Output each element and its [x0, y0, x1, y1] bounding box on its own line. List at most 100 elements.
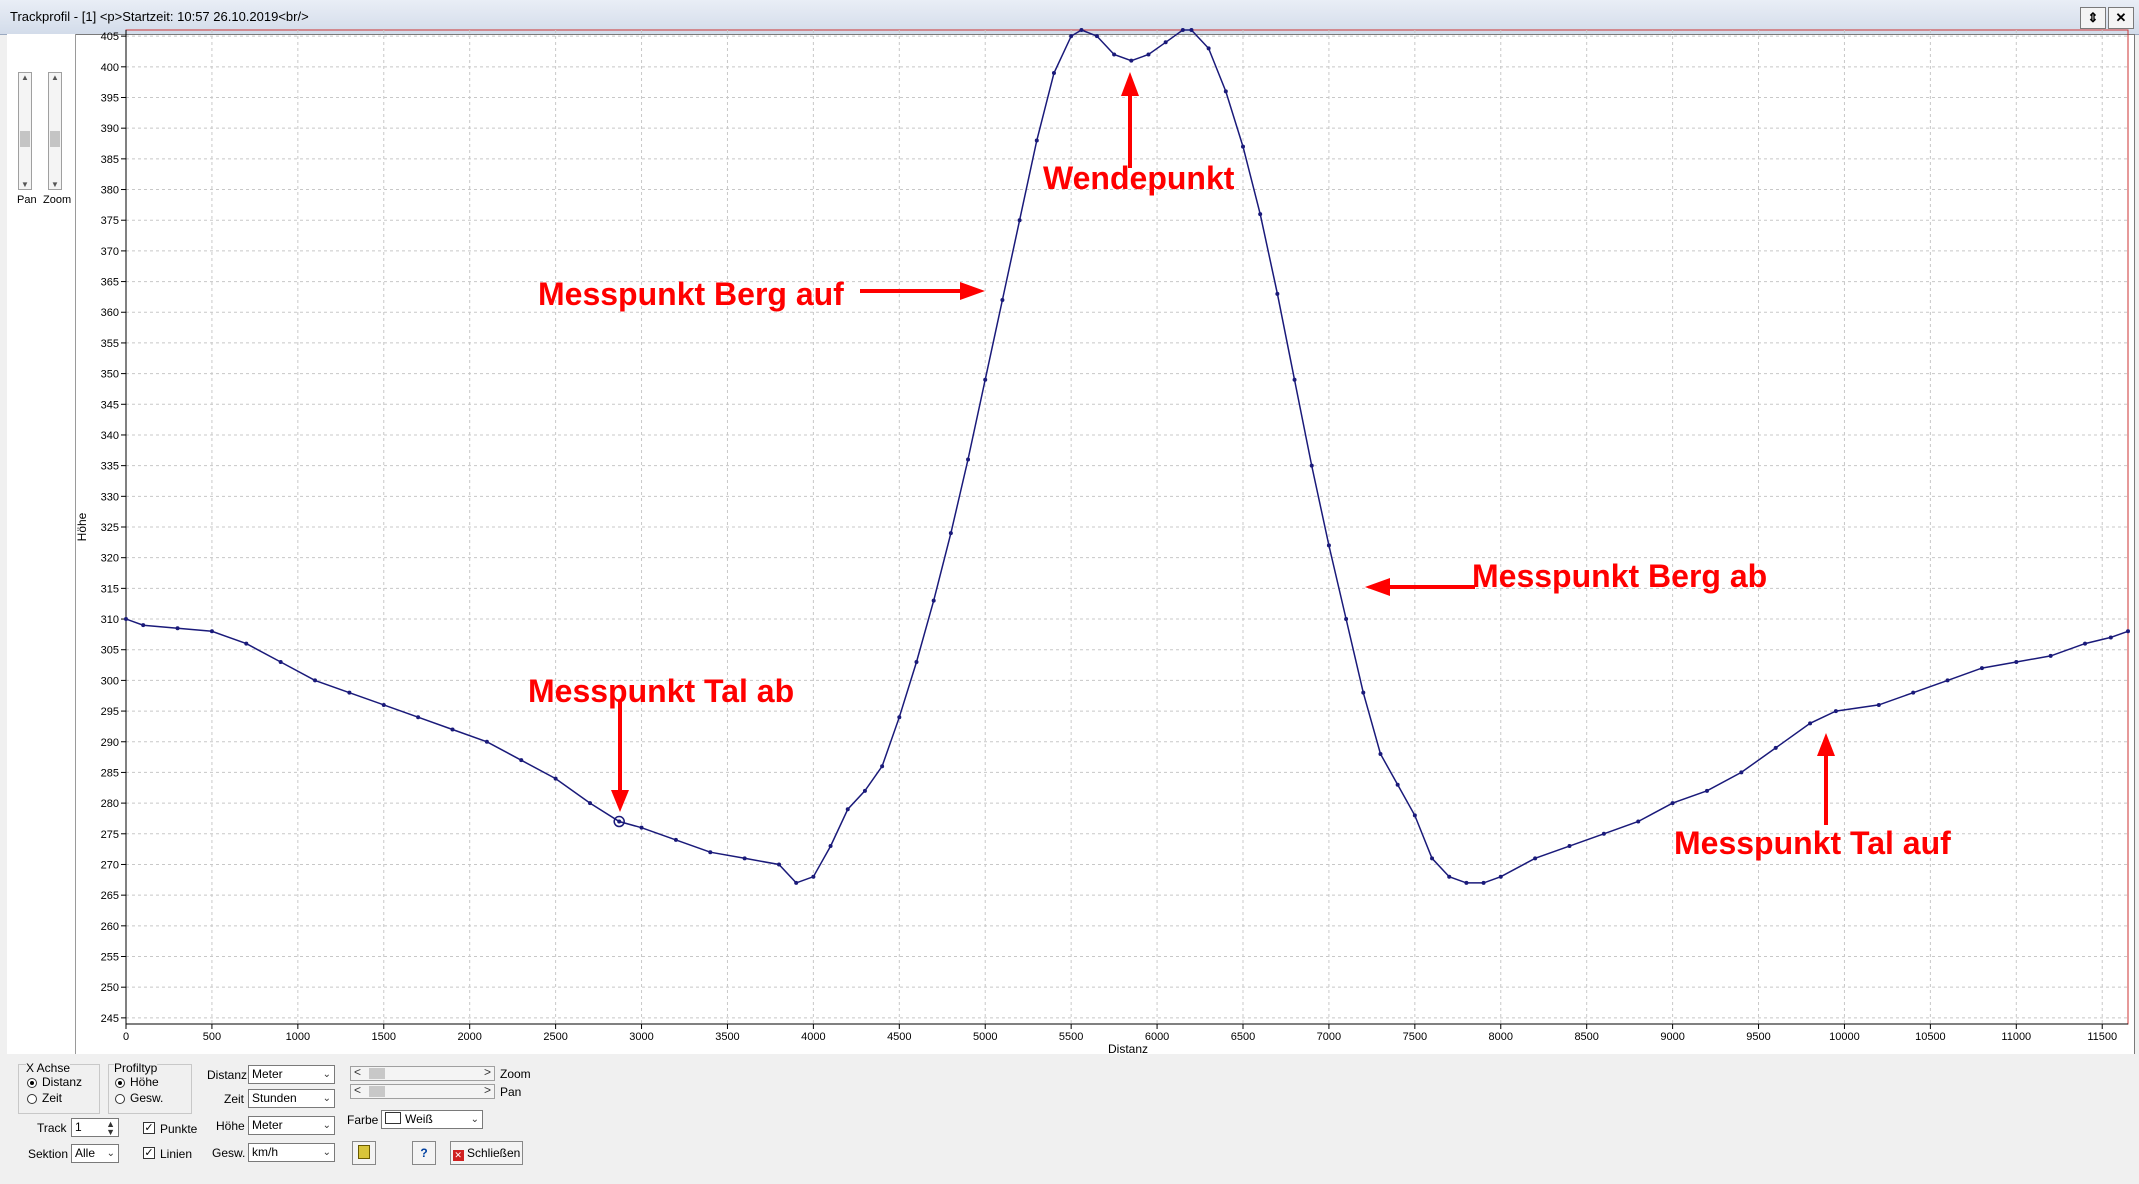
annotation-berg-ab: Messpunkt Berg ab [1472, 558, 1768, 594]
data-point [1361, 690, 1366, 695]
sektion-label: Sektion [28, 1147, 69, 1161]
data-point [484, 739, 489, 744]
data-point [617, 819, 622, 824]
pan-right-arrow[interactable]: > [484, 1083, 491, 1097]
data-point [983, 377, 988, 382]
y-tick-label: 265 [101, 890, 119, 902]
x-tick-label: 2500 [543, 1031, 567, 1043]
y-tick-label: 350 [101, 369, 119, 381]
pan-hslider[interactable]: < > [350, 1083, 495, 1099]
data-point [1704, 788, 1709, 793]
elevation-profile-chart: 0 500 1000 1500 2000 2500 3000 3500 4000 4500 5000… [75, 28, 2130, 1054]
pan-left-arrow[interactable]: < [354, 1083, 361, 1097]
punkte-checkbox[interactable]: ✓ [143, 1122, 155, 1134]
chevron-down-icon: ⌄ [322, 1069, 331, 1080]
export-icon [358, 1145, 370, 1159]
y-tick-label: 370 [101, 246, 119, 258]
hoehe-unit-select[interactable]: Meter ⌄ [248, 1116, 335, 1135]
data-point [2083, 641, 2088, 646]
data-point [1258, 212, 1263, 217]
data-point [244, 641, 249, 646]
data-point [1079, 28, 1084, 32]
data-point [2108, 635, 2113, 640]
y-tick-label: 270 [101, 859, 119, 871]
data-point [1069, 34, 1074, 39]
data-point [880, 764, 885, 769]
gesw-label: Gesw. [212, 1146, 246, 1160]
xachse-zeit-radio[interactable] [27, 1094, 37, 1104]
annotation-tal-auf: Messpunkt Tal auf [1674, 825, 1951, 861]
y-tick-label: 360 [101, 307, 119, 319]
arrow-berg-auf-head [960, 282, 985, 300]
gesw-unit-select[interactable]: km/h ⌄ [248, 1143, 335, 1162]
pan-hslider-thumb[interactable] [369, 1086, 385, 1097]
track-label: Track [37, 1121, 67, 1135]
data-point [931, 598, 936, 603]
data-point [1017, 218, 1022, 223]
zoom-hslider[interactable]: < > [350, 1065, 495, 1081]
data-point [1292, 377, 1297, 382]
sektion-select[interactable]: Alle ⌄ [71, 1144, 119, 1163]
data-point [1464, 880, 1469, 885]
zoom-hslider-thumb[interactable] [369, 1068, 385, 1079]
y-tick-label: 260 [101, 921, 119, 933]
y-tick-label: 300 [101, 675, 119, 687]
data-point [777, 862, 782, 867]
data-point [1533, 856, 1538, 861]
data-point [742, 856, 747, 861]
close-icon: ✕ [452, 1150, 464, 1161]
export-button[interactable] [352, 1141, 376, 1165]
xachse-title: X Achse [26, 1061, 71, 1075]
profiltyp-gesw-label: Gesw. [130, 1091, 164, 1105]
x-tick-label: 1000 [286, 1031, 310, 1043]
xachse-distanz-radio[interactable] [27, 1078, 37, 1088]
chevron-down-icon: ⌄ [322, 1120, 331, 1131]
x-tick-label: 2000 [457, 1031, 481, 1043]
data-point [828, 844, 833, 849]
data-point [966, 457, 971, 462]
zoom-right-arrow[interactable]: > [484, 1065, 491, 1079]
zeit-unit-value: Stunden [252, 1091, 297, 1105]
y-tick-label: 330 [101, 491, 119, 503]
sektion-value: Alle [75, 1146, 96, 1160]
x-axis-label: Distanz [1108, 1042, 1148, 1054]
data-point [1034, 138, 1039, 143]
data-point [1223, 89, 1228, 94]
xachse-distanz-label: Distanz [42, 1075, 83, 1089]
zoom-left-arrow[interactable]: < [354, 1065, 361, 1079]
y-tick-label: 385 [101, 154, 119, 166]
linien-checkbox[interactable]: ✓ [143, 1147, 155, 1159]
hoehe-label: Höhe [216, 1119, 245, 1133]
annotation-berg-auf: Messpunkt Berg auf [538, 276, 844, 312]
data-point [519, 758, 524, 763]
data-point [2014, 659, 2019, 664]
data-point [1430, 856, 1435, 861]
help-button[interactable]: ? [412, 1141, 436, 1165]
data-point [1498, 874, 1503, 879]
linien-label: Linien [160, 1147, 193, 1161]
gesw-unit-value: km/h [252, 1145, 279, 1159]
punkte-label: Punkte [160, 1122, 198, 1136]
y-tick-label: 280 [101, 798, 119, 810]
zeit-unit-select[interactable]: Stunden ⌄ [248, 1089, 335, 1108]
profiltyp-hoehe-radio[interactable] [115, 1078, 125, 1088]
y-tick-label: 290 [101, 737, 119, 749]
distanz-unit-select[interactable]: Meter ⌄ [248, 1065, 335, 1084]
y-tick-label: 390 [101, 123, 119, 135]
x-tick-label: 11000 [2001, 1031, 2031, 1043]
data-point [1601, 831, 1606, 836]
y-tick-label: 285 [101, 767, 119, 779]
x-tick-label: 6000 [1145, 1031, 1169, 1043]
data-point [1808, 721, 1813, 726]
y-tick-label: 380 [101, 185, 119, 197]
x-tick-label: 8000 [1489, 1031, 1513, 1043]
data-point [862, 788, 867, 793]
profiltyp-hoehe-label: Höhe [130, 1075, 159, 1089]
close-button[interactable]: ✕ Schließen [450, 1141, 523, 1165]
x-tick-label: 9500 [1746, 1031, 1770, 1043]
data-point [2048, 653, 2053, 658]
spinner-arrows-icon[interactable]: ▲ ▼ [106, 1120, 115, 1137]
track-spinner[interactable]: 1 ▲ ▼ [71, 1118, 119, 1137]
profiltyp-gesw-radio[interactable] [115, 1094, 125, 1104]
farbe-select[interactable]: Weiß ⌄ [381, 1110, 483, 1129]
